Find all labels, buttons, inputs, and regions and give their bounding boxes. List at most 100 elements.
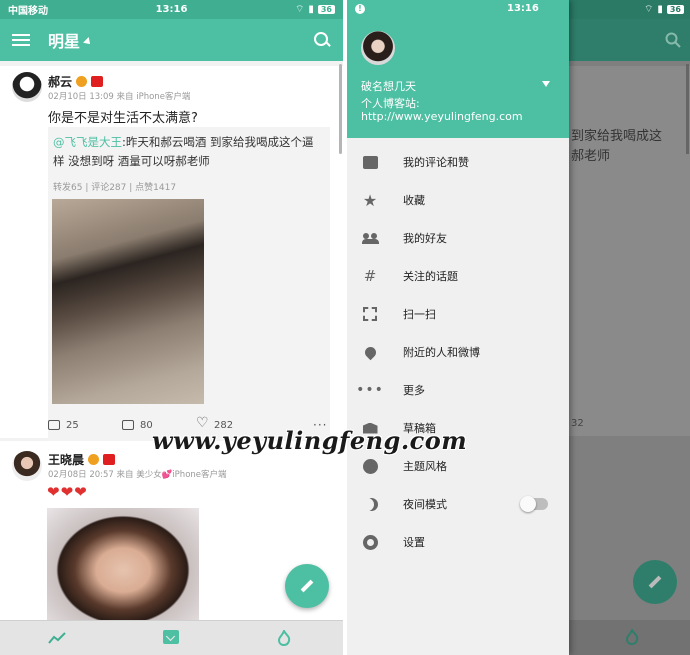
comment-count: 80: [140, 419, 153, 431]
menu-item-label: 我的好友: [403, 232, 447, 245]
comment-icon: [122, 420, 134, 430]
menu-item-label: 设置: [403, 536, 425, 549]
post-card[interactable]: 郝云 02月10日 13:09 来自 iPhone客户端 你是不是对生活不太满意…: [0, 66, 343, 465]
pencil-icon: [648, 575, 662, 589]
post-photo[interactable]: [52, 199, 204, 404]
vip-badge-icon: [103, 454, 116, 465]
scrollbar[interactable]: [339, 64, 342, 154]
vip-badge-icon: [91, 76, 104, 87]
battery-icon: 36: [317, 5, 335, 14]
night-mode-icon: [361, 496, 379, 512]
menu-item-label: 我的评论和赞: [403, 156, 469, 169]
signal-icon: ▮: [308, 4, 314, 15]
drawer-header: 破名想几天 个人博客站: http://www.yeyulingfeng.com: [347, 19, 569, 138]
user-name[interactable]: 破名想几天: [361, 78, 416, 94]
menu-item-label: 更多: [403, 384, 425, 397]
compose-button: [633, 560, 677, 604]
comment-icon: [361, 154, 379, 170]
menu-item-topics[interactable]: # 关注的话题: [347, 257, 569, 295]
timeline-screen: 中国移动 13:16 ⌔ ▮ 36 明星 郝云 02月10日 13:09 来自 …: [0, 0, 343, 655]
post-author[interactable]: 郝云: [48, 73, 104, 90]
menu-item-night-mode[interactable]: 夜间模式: [347, 485, 569, 523]
search-icon: [665, 32, 681, 48]
menu-item-label: 扫一扫: [403, 308, 436, 321]
trending-tab-icon[interactable]: [48, 630, 66, 644]
settings-gear-icon: [361, 534, 379, 550]
post-meta: 02月08日 20:57 来自 美少女💕iPhone客户端: [48, 470, 227, 480]
navigation-drawer: ! 13:16 破名想几天 个人博客站: http://www.yeyuling…: [347, 0, 569, 655]
post-photo[interactable]: [47, 508, 199, 621]
group-selector[interactable]: 明星: [48, 28, 93, 52]
blog-label: 个人博客站:: [361, 97, 420, 110]
signal-icon: ▮: [657, 4, 663, 15]
pencil-icon: [300, 579, 314, 593]
compose-button[interactable]: [285, 564, 329, 608]
repost-text: @飞飞是大王:昨天和郝云喝酒 到家给我喝成这个逼样 没想到呀 酒量可以呀郝老师: [53, 133, 325, 171]
menu-item-label: 收藏: [403, 194, 425, 207]
menu-icon[interactable]: [12, 34, 30, 46]
dimmed-post-text: 到家给我喝成这 郝老师: [571, 129, 663, 164]
repost-icon: [48, 420, 60, 430]
verified-badge-icon: [88, 454, 100, 465]
dimmed-like-count: 32: [571, 418, 584, 429]
system-icons: ⌔ ▮ 36: [295, 3, 335, 16]
people-icon: [361, 230, 379, 246]
status-bar: ! 13:16: [347, 0, 569, 19]
dropdown-caret-icon: [83, 37, 93, 47]
post-author[interactable]: 王晓晨: [48, 451, 116, 468]
repost-count: 25: [66, 419, 79, 431]
post-meta: 02月10日 13:09 来自 iPhone客户端: [48, 92, 191, 102]
wifi-icon: ⌔: [294, 4, 305, 15]
messages-tab-icon[interactable]: [163, 630, 179, 644]
repost-button[interactable]: 25: [48, 420, 79, 431]
system-icons: ⌔ ▮ 36: [644, 3, 684, 16]
group-title: 明星: [48, 32, 81, 51]
status-time: 13:16: [507, 3, 539, 14]
blog-url[interactable]: http://www.yeyulingfeng.com: [361, 110, 523, 123]
bottom-nav: [0, 620, 343, 655]
comment-button[interactable]: 80: [122, 420, 153, 431]
site-watermark: www.yeyulingfeng.com: [152, 426, 468, 455]
night-mode-toggle[interactable]: [520, 496, 548, 512]
drawer-menu: 我的评论和赞 ★ 收藏 我的好友 # 关注的话题 扫一扫 附近的人和微博 •••…: [347, 143, 569, 561]
author-name: 王晓晨: [48, 453, 85, 467]
search-icon[interactable]: [313, 31, 331, 49]
menu-item-more[interactable]: ••• 更多: [347, 371, 569, 409]
hot-tab-icon: [625, 629, 639, 645]
drawer-screen: 13:16 ⌔ ▮ 36 到家给我喝成这 郝老师 32 ! 13:16: [347, 0, 690, 655]
repost-stats: 转发65 | 评论287 | 点赞1417: [53, 183, 177, 193]
status-bar: 中国移动 13:16 ⌔ ▮ 36: [0, 0, 343, 19]
battery-icon: 36: [666, 5, 684, 14]
scan-icon: [361, 306, 379, 322]
status-time: 13:16: [155, 4, 188, 15]
carrier-label: 中国移动: [8, 6, 48, 17]
hashtag-icon: #: [363, 267, 377, 285]
menu-item-label: 夜间模式: [403, 498, 447, 511]
verified-badge-icon: [76, 76, 88, 87]
more-dots-icon: •••: [356, 382, 384, 398]
toggle-knob: [520, 496, 536, 512]
avatar[interactable]: [361, 31, 395, 65]
post-text: ❤❤❤: [47, 483, 88, 501]
menu-item-label: 附近的人和微博: [403, 346, 480, 359]
hot-tab-icon[interactable]: [277, 628, 293, 647]
notification-icon: !: [355, 4, 365, 14]
menu-item-favorites[interactable]: ★ 收藏: [347, 181, 569, 219]
palette-icon: [361, 458, 379, 474]
menu-item-scan[interactable]: 扫一扫: [347, 295, 569, 333]
mention-link[interactable]: @飞飞是大王: [53, 135, 122, 149]
menu-item-label: 主题风格: [403, 460, 447, 473]
post-text: 你是不是对生活不太满意?: [48, 111, 198, 126]
location-pin-icon: [361, 344, 379, 360]
star-icon: ★: [362, 190, 378, 210]
account-switch-caret-icon[interactable]: [542, 81, 550, 87]
app-bar: 明星: [0, 19, 343, 61]
avatar[interactable]: [12, 72, 42, 102]
screenshot-stage: 中国移动 13:16 ⌔ ▮ 36 明星 郝云 02月10日 13:09 来自 …: [0, 0, 690, 655]
avatar[interactable]: [12, 451, 42, 481]
menu-item-comments[interactable]: 我的评论和赞: [347, 143, 569, 181]
menu-item-nearby[interactable]: 附近的人和微博: [347, 333, 569, 371]
menu-item-settings[interactable]: 设置: [347, 523, 569, 561]
menu-item-friends[interactable]: 我的好友: [347, 219, 569, 257]
author-name: 郝云: [48, 75, 73, 89]
